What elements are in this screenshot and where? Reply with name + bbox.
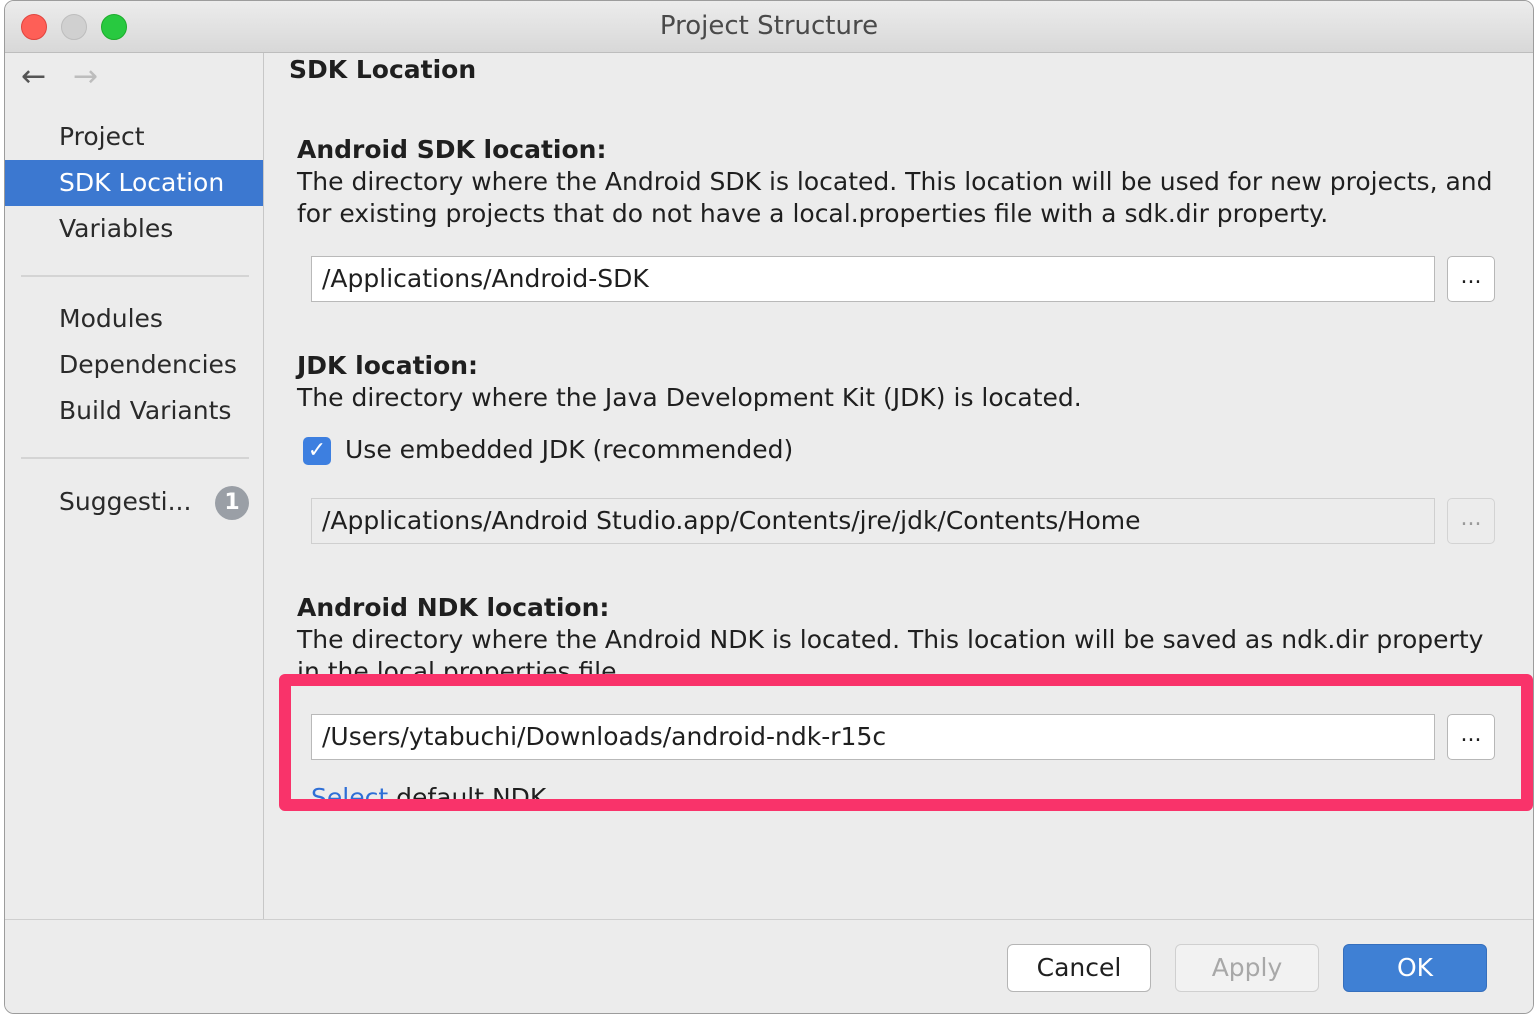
jdk-path-field: /Applications/Android Studio.app/Content… [311, 498, 1435, 544]
window-title: Project Structure [659, 11, 879, 41]
select-default-ndk-link[interactable]: Select [311, 783, 388, 812]
sidebar-divider [21, 457, 249, 459]
cancel-button[interactable]: Cancel [1007, 944, 1151, 992]
title-bar: Project Structure [5, 1, 1533, 53]
jdk-browse-button: ... [1447, 498, 1495, 544]
embedded-jdk-checkbox[interactable]: ✓ [303, 437, 331, 465]
sidebar-item-label: Suggesti... [59, 487, 192, 516]
sdk-location-heading: Android SDK location: [297, 135, 607, 164]
sidebar-item-project[interactable]: Project [5, 114, 263, 160]
embedded-jdk-label[interactable]: Use embedded JDK (recommended) [345, 435, 793, 464]
checkmark-icon: ✓ [307, 438, 327, 463]
sidebar-divider [21, 275, 249, 277]
arrow-right-icon[interactable]: → [73, 59, 98, 94]
ok-button[interactable]: OK [1343, 944, 1487, 992]
ndk-browse-button[interactable]: ... [1447, 714, 1495, 760]
apply-button[interactable]: Apply [1175, 944, 1319, 992]
sidebar-item-suggestions[interactable]: Suggesti... 1 [5, 479, 263, 525]
dialog-footer: Cancel Apply OK [5, 919, 1533, 1013]
jdk-location-description: The directory where the Java Development… [297, 383, 1082, 412]
sidebar-item-sdk-location[interactable]: SDK Location [5, 160, 263, 206]
sidebar-item-modules[interactable]: Modules [5, 296, 263, 342]
sidebar-item-build-variants[interactable]: Build Variants [5, 388, 263, 434]
sidebar-item-variables[interactable]: Variables [5, 206, 263, 252]
page-title: SDK Location [289, 55, 477, 84]
ndk-location-heading: Android NDK location: [297, 593, 610, 622]
project-structure-window: Project Structure ← → Project SDK Locati… [4, 0, 1534, 1014]
select-default-ndk-row: Select default NDK [311, 783, 546, 812]
jdk-location-heading: JDK location: [297, 351, 479, 380]
sdk-browse-button[interactable]: ... [1447, 256, 1495, 302]
ndk-path-field[interactable]: /Users/ytabuchi/Downloads/android-ndk-r1… [311, 714, 1435, 760]
select-default-ndk-text: default NDK [388, 783, 547, 812]
sdk-location-description: The directory where the Android SDK is l… [297, 167, 1493, 228]
sidebar-item-dependencies[interactable]: Dependencies [5, 342, 263, 388]
arrow-left-icon[interactable]: ← [21, 59, 46, 94]
ndk-location-description: The directory where the Android NDK is l… [297, 625, 1484, 686]
sidebar: ← → Project SDK Location Variables Modul… [5, 53, 264, 919]
suggestion-count-badge: 1 [215, 486, 249, 520]
main-panel: SDK Location Android SDK location: The d… [265, 53, 1533, 919]
sdk-path-field[interactable]: /Applications/Android-SDK [311, 256, 1435, 302]
